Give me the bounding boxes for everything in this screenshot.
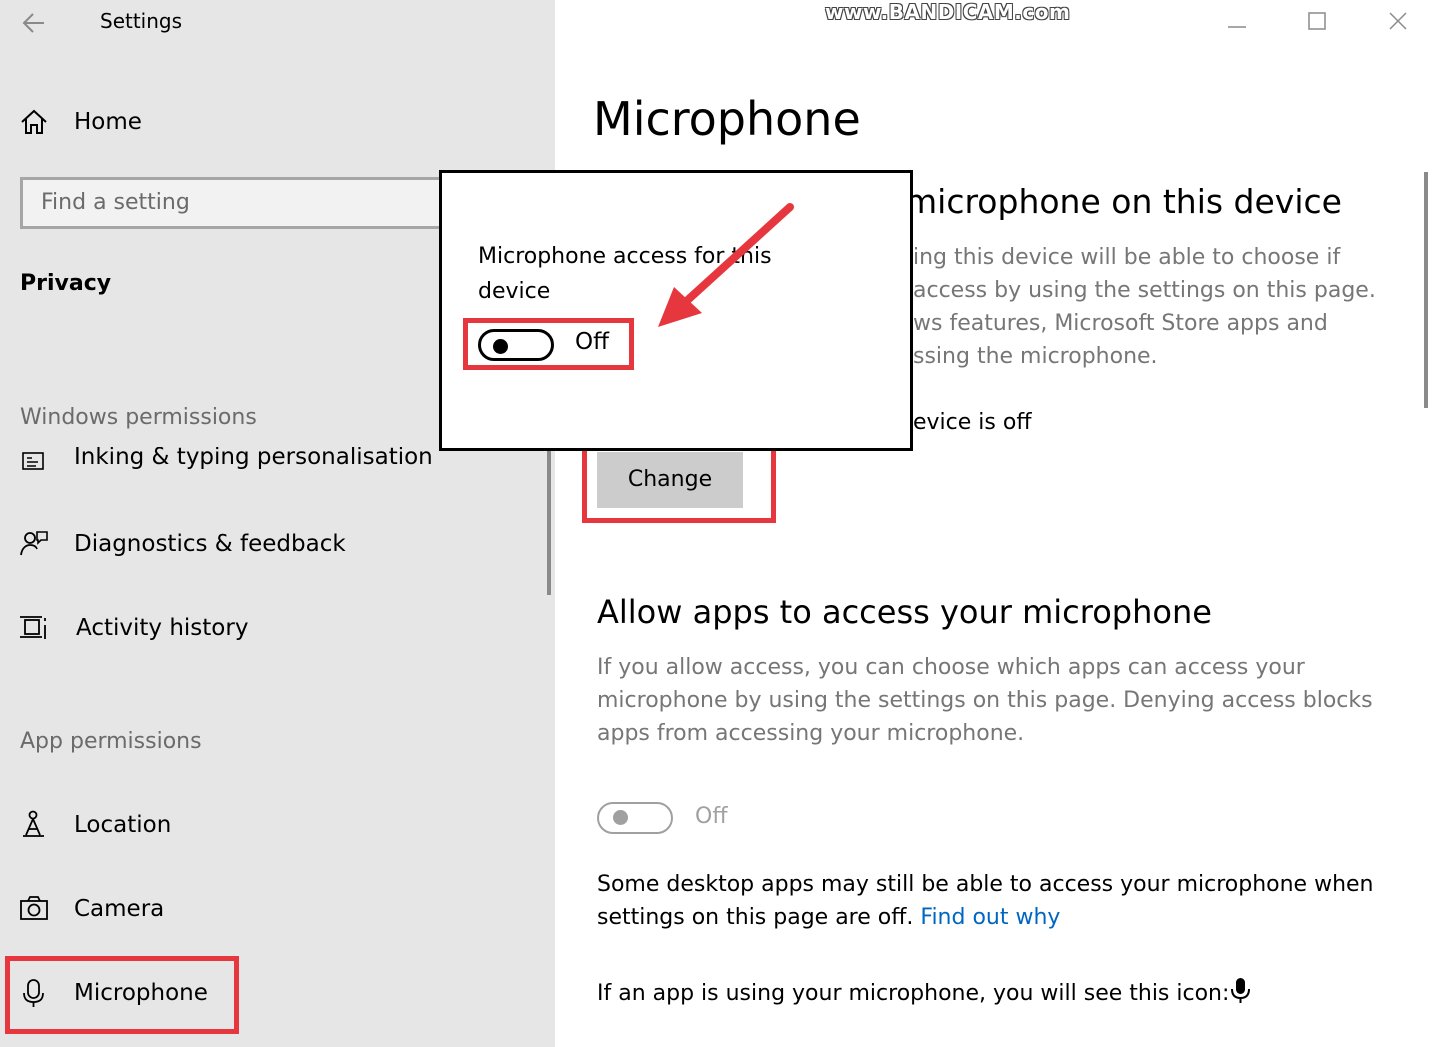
sidebar-item-label: Camera: [74, 896, 165, 922]
apps-access-toggle[interactable]: [597, 802, 673, 834]
camera-icon: [18, 893, 50, 925]
sidebar-item-activity-history[interactable]: Activity history: [18, 612, 248, 644]
sidebar-item-label: Diagnostics & feedback: [74, 531, 346, 557]
main-content: www.BANDICAM.com Microphone microphone o…: [555, 0, 1434, 1047]
recording-watermark: www.BANDICAM.com: [825, 0, 1071, 24]
maximize-icon[interactable]: [1300, 6, 1334, 38]
close-icon[interactable]: [1381, 6, 1415, 38]
sidebar-item-home[interactable]: Home: [18, 106, 142, 138]
search-placeholder: Find a setting: [41, 190, 190, 215]
sidebar-item-label: Home: [74, 109, 142, 135]
apps-description: If you allow access, you can choose whic…: [597, 655, 1373, 746]
sidebar-item-label: Activity history: [76, 615, 249, 641]
find-out-why-link[interactable]: Find out why: [920, 905, 1060, 930]
location-icon: [18, 809, 50, 841]
page-title: Microphone: [593, 92, 861, 146]
search-input[interactable]: Find a setting: [20, 177, 480, 229]
highlight-box-toggle: [463, 318, 634, 370]
microphone-indicator-icon: [1229, 976, 1253, 1006]
diagnostics-icon: [18, 528, 50, 560]
apps-section-heading: Allow apps to access your microphone: [597, 593, 1212, 631]
category-heading: Privacy: [20, 271, 112, 296]
device-status-text: evice is off: [913, 410, 1032, 435]
annotation-arrow: [658, 203, 794, 327]
sidebar-item-camera[interactable]: Camera: [18, 893, 164, 925]
device-section-heading: microphone on this device: [905, 182, 1342, 221]
inking-icon: [18, 447, 50, 473]
toggle-knob: [613, 810, 628, 825]
sidebar-item-label: Inking & typing personalisation: [74, 447, 433, 470]
sidebar: Settings Home Find a setting Privacy Win…: [0, 0, 555, 1047]
app-permissions-header: App permissions: [20, 729, 202, 754]
minimize-icon[interactable]: [1220, 6, 1254, 38]
icon-note: If an app is using your microphone, you …: [597, 981, 1230, 1006]
description-line: ws features, Microsoft Store apps and: [913, 311, 1328, 336]
apps-toggle-state: Off: [695, 804, 728, 829]
main-scrollbar[interactable]: [1424, 172, 1428, 408]
sidebar-item-label: Location: [74, 812, 172, 838]
description-line: ssing the microphone.: [913, 344, 1158, 369]
back-arrow-icon[interactable]: [18, 8, 52, 38]
sidebar-item-diagnostics[interactable]: Diagnostics & feedback: [18, 528, 346, 560]
home-icon: [18, 106, 50, 138]
sidebar-item-location[interactable]: Location: [18, 809, 171, 841]
description-line: ing this device will be able to choose i…: [913, 245, 1341, 270]
device-description: ing this device will be able to choose i…: [913, 241, 1376, 373]
desktop-apps-note: Some desktop apps may still be able to a…: [597, 868, 1387, 934]
app-title: Settings: [100, 9, 183, 33]
windows-permissions-header: Windows permissions: [20, 405, 257, 430]
sidebar-scrollbar[interactable]: [547, 440, 551, 595]
description-line: access by using the settings on this pag…: [913, 278, 1376, 303]
highlight-box-microphone: [5, 956, 239, 1034]
activity-history-icon: [18, 612, 50, 644]
